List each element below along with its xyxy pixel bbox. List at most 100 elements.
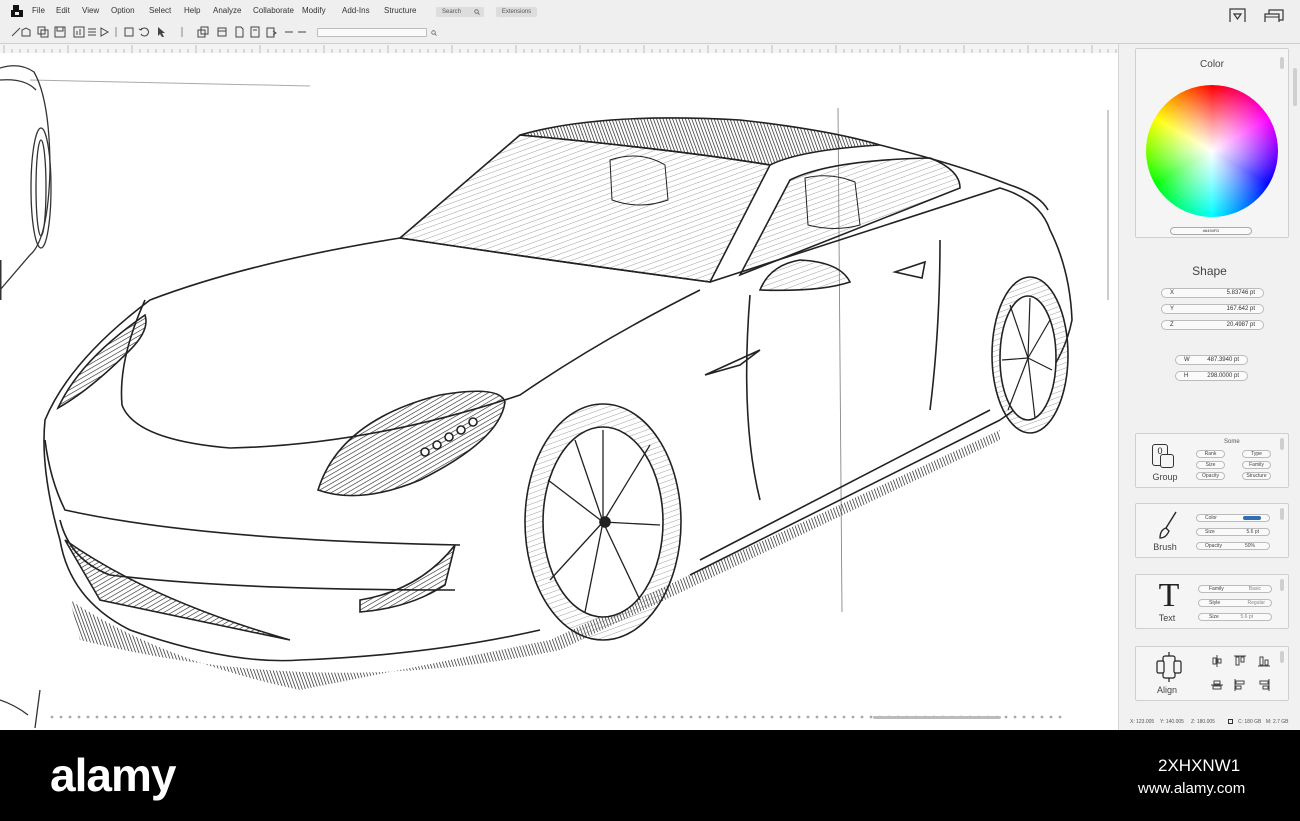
track-dot (257, 715, 261, 719)
menu-modify[interactable]: Modify (302, 6, 326, 15)
track-dot (194, 715, 198, 719)
color-hex-field[interactable]: #6494FD (1170, 227, 1252, 235)
track-dot (590, 715, 594, 719)
menu-help[interactable]: Help (184, 6, 200, 15)
scroll-handle[interactable] (1280, 438, 1284, 450)
track-dot (1013, 715, 1017, 719)
text-tool-icon[interactable]: T (1154, 577, 1184, 615)
track-dot (293, 715, 297, 719)
app-logo-icon[interactable] (10, 4, 24, 18)
rectangle-tool-icon[interactable] (123, 26, 135, 38)
track-dot (437, 715, 441, 719)
rotate-tool-icon[interactable] (138, 26, 150, 38)
align-top-icon[interactable] (1234, 655, 1246, 667)
shape-h-field[interactable]: H 298.0000 pt (1175, 371, 1248, 381)
menu-structure[interactable]: Structure (384, 6, 416, 15)
align-right-icon[interactable] (1258, 679, 1270, 691)
track-dot (248, 715, 252, 719)
track-dot (266, 715, 270, 719)
align-center-horizontal-icon[interactable] (1211, 679, 1223, 691)
stack-tool-icon[interactable] (216, 26, 228, 38)
menu-option[interactable]: Option (111, 6, 135, 15)
track-dot (302, 715, 306, 719)
extensions-button[interactable]: Extensions (496, 7, 537, 17)
drawing-canvas[interactable] (0, 53, 1118, 730)
menu-edit[interactable]: Edit (56, 6, 70, 15)
export-tool-icon[interactable] (265, 26, 277, 38)
secondary-car-sketch (0, 65, 52, 729)
color-panel-title: Color (1200, 59, 1224, 70)
status-m: M: 2.7 GB (1266, 719, 1289, 725)
field-value: 167.642 pt (1226, 306, 1255, 312)
track-dot (419, 715, 423, 719)
list-tool-icon[interactable] (86, 26, 98, 38)
track-dot (482, 715, 486, 719)
brush-color-swatch[interactable] (1243, 516, 1261, 520)
shape-z-field[interactable]: Z 20.4987 pt (1161, 320, 1264, 330)
track-dot (113, 715, 117, 719)
pointer-tool-icon[interactable] (156, 26, 168, 38)
brush-icon[interactable] (1156, 510, 1178, 540)
rank-button[interactable]: Rank (1196, 450, 1225, 458)
track-dot (545, 715, 549, 719)
text-size-field[interactable]: Size 5.6 pt (1198, 613, 1272, 621)
document-tool-icon[interactable] (249, 26, 261, 38)
layers-tool-icon[interactable] (197, 26, 209, 38)
watermark-url: www.alamy.com (1138, 780, 1246, 797)
track-dot (689, 715, 693, 719)
scroll-handle[interactable] (1280, 651, 1284, 663)
dash-line-icon[interactable] (296, 26, 308, 38)
menu-collaborate[interactable]: Collaborate (253, 6, 294, 15)
track-dot (554, 715, 558, 719)
text-family-field[interactable]: Family Basic (1198, 585, 1272, 593)
brush-opacity-field[interactable]: Opacity 50% (1196, 542, 1270, 550)
align-bottom-icon[interactable] (1258, 655, 1270, 667)
copy-tool-icon[interactable] (37, 26, 49, 38)
status-z: Z: 180.005 (1191, 719, 1215, 725)
brush-size-field[interactable]: Size 5.6 pt (1196, 528, 1270, 536)
scroll-handle[interactable] (1280, 57, 1284, 69)
brush-color-field[interactable]: Color (1196, 514, 1270, 522)
family-button[interactable]: Family (1242, 461, 1271, 469)
track-dot (734, 715, 738, 719)
menu-view[interactable]: View (82, 6, 99, 15)
menu-add-ins[interactable]: Add-Ins (342, 6, 370, 15)
scroll-handle[interactable] (1280, 508, 1284, 520)
menu-analyze[interactable]: Analyze (213, 6, 241, 15)
shape-w-field[interactable]: W 487.3940 pt (1175, 355, 1248, 365)
track-dot (824, 715, 828, 719)
field-value: 487.3940 pt (1207, 357, 1239, 363)
shape-y-field[interactable]: Y 167.642 pt (1161, 304, 1264, 314)
toolbar-input-field[interactable] (317, 28, 427, 37)
scroll-handle[interactable] (1280, 579, 1284, 591)
field-label: Z (1170, 322, 1174, 328)
type-button[interactable]: Type (1242, 450, 1271, 458)
dash-line-icon[interactable] (283, 26, 295, 38)
menu-file[interactable]: File (32, 6, 45, 15)
color-wheel[interactable] (1146, 85, 1278, 217)
track-dot (410, 715, 414, 719)
page-tool-icon[interactable] (233, 26, 245, 38)
shape-tool-icon[interactable] (20, 26, 32, 38)
size-button[interactable]: Size (1196, 461, 1225, 469)
track-dot (680, 715, 684, 719)
align-tool-icon[interactable] (1154, 651, 1184, 683)
panel-scrollbar[interactable] (1293, 68, 1297, 106)
track-dot (356, 715, 360, 719)
search-icon[interactable] (431, 30, 437, 36)
field-value: 5.83746 pt (1226, 290, 1255, 296)
track-dot (1040, 715, 1044, 719)
text-style-field[interactable]: Style Regular (1198, 599, 1272, 607)
structure-button[interactable]: Structure (1242, 472, 1271, 480)
chart-tool-icon[interactable] (73, 26, 85, 38)
align-left-icon[interactable] (1234, 679, 1246, 691)
track-dot (761, 715, 765, 719)
shape-x-field[interactable]: X 5.83746 pt (1161, 288, 1264, 298)
opacity-button[interactable]: Opacity (1196, 472, 1225, 480)
menu-select[interactable]: Select (149, 6, 171, 15)
track-dot (158, 715, 162, 719)
field-value: Regular (1247, 600, 1265, 606)
save-tool-icon[interactable] (54, 26, 66, 38)
play-tool-icon[interactable] (98, 26, 110, 38)
align-center-vertical-icon[interactable] (1211, 655, 1223, 667)
